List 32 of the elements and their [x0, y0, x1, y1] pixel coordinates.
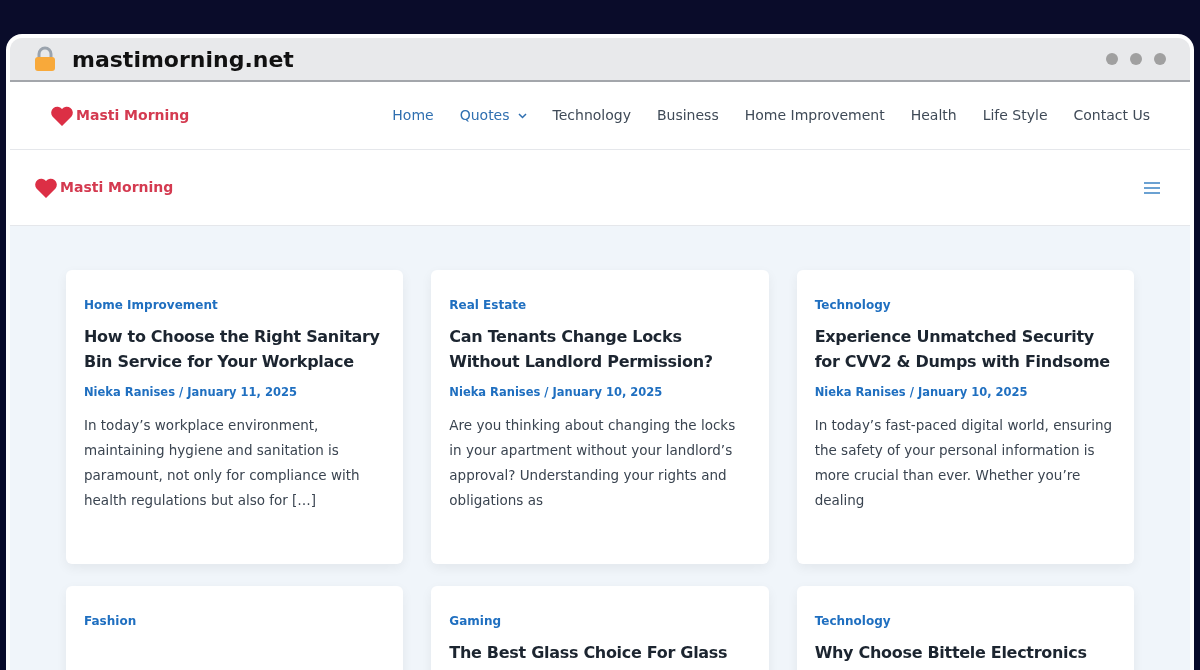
nav-link[interactable]: Quotes: [459, 105, 527, 126]
post-excerpt: Are you thinking about changing the locks in your apartment without your landlord’s approval? Understanding your rights and obligations as: [449, 416, 737, 511]
post-excerpt: In today’s fast-paced digital world, ensuring the safety of your personal information is more crucial than ever. Whether you’re dealing: [814, 416, 1114, 511]
post-excerpt: In today’s workplace environment, maintaining hygiene and sanitation is paramount, not only for compliance with health regulations but also for […]: [84, 416, 361, 511]
nav-link[interactable]: Contact Us: [1073, 105, 1150, 126]
nav-link[interactable]: Technology: [552, 105, 631, 126]
category-link[interactable]: Gaming: [449, 612, 502, 630]
heart-icon: [50, 104, 74, 127]
heart-icon: [34, 176, 58, 199]
nav-link[interactable]: Life Style: [982, 105, 1048, 126]
post-title[interactable]: How to Choose the Right Sanitary Bin Service for Your Workplace: [84, 324, 386, 374]
category-link[interactable]: Technology: [814, 612, 891, 630]
category-link[interactable]: Technology: [814, 296, 891, 314]
post-title[interactable]: Experience Unmatched Security for CVV2 & Dumps with Findsome: [814, 324, 1116, 374]
category-link[interactable]: Real Estate: [449, 296, 527, 314]
category-link[interactable]: Home Improvement: [84, 296, 218, 314]
category-link[interactable]: Fashion: [84, 612, 137, 630]
post-meta: Nieka Ranises / January 11, 2025: [84, 384, 298, 401]
post-title[interactable]: Can Tenants Change Locks Without Landlord Permission?: [449, 324, 751, 374]
nav-link[interactable]: Home Improvement: [744, 105, 885, 126]
site-logo-text[interactable]: Masti Morning: [76, 105, 190, 126]
nav-link[interactable]: Home: [392, 105, 434, 126]
site-logo-text[interactable]: Masti Morning: [60, 177, 174, 198]
nav-link[interactable]: Health: [910, 105, 957, 126]
lock-icon: [34, 46, 56, 72]
address-text[interactable]: mastimorning.net: [72, 42, 294, 76]
post-title[interactable]: The Best Glass Choice For Glass: [449, 640, 751, 665]
post-title[interactable]: Why Choose Bittele Electronics: [814, 640, 1116, 665]
menu-icon[interactable]: [1144, 181, 1160, 194]
post-meta: Nieka Ranises / January 10, 2025: [449, 384, 664, 401]
nav-link[interactable]: Business: [656, 105, 719, 126]
post-meta: Nieka Ranises / January 10, 2025: [814, 384, 1029, 401]
